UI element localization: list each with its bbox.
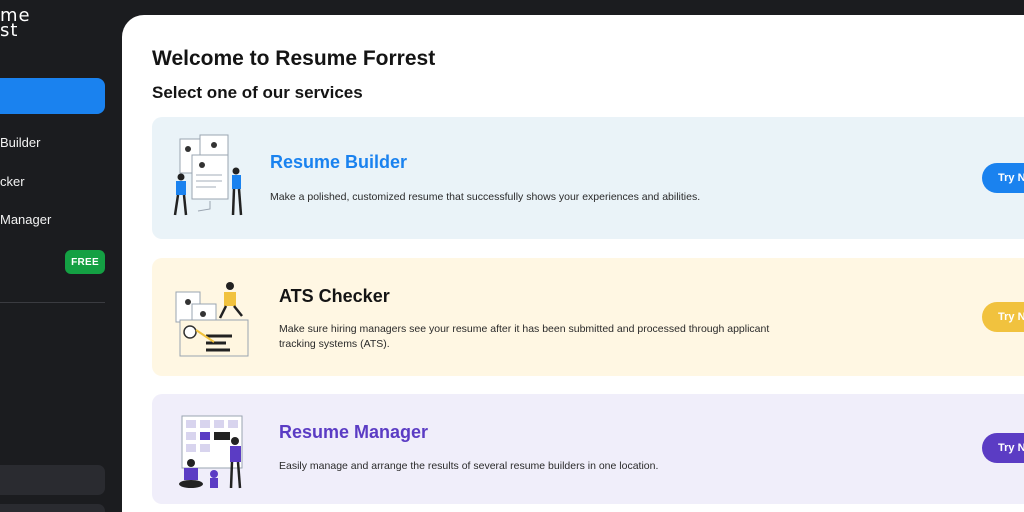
ats-checker-illustration (175, 282, 249, 357)
resume-manager-illustration (179, 415, 243, 489)
try-now-button[interactable]: Try N (982, 433, 1024, 463)
service-description: Make sure hiring managers see your resum… (279, 323, 770, 350)
try-now-button[interactable]: Try N (982, 163, 1024, 193)
page-title: Welcome to Resume Forrest (152, 47, 436, 70)
sidebar-item-ats-checker[interactable]: cker (0, 174, 25, 189)
service-card-resume-builder[interactable]: Resume Builder Make a polished, customiz… (152, 117, 1024, 239)
sidebar-bottom-item-2[interactable] (0, 504, 105, 512)
service-title[interactable]: ATS Checker (279, 286, 390, 307)
sidebar: me st Builder cker Manager FREE (0, 0, 122, 512)
service-card-ats-checker[interactable]: ATS Checker Make sure hiring managers se… (152, 258, 1024, 376)
sidebar-item-active[interactable] (0, 78, 105, 114)
service-title[interactable]: Resume Builder (270, 152, 407, 173)
page-subtitle: Select one of our services (152, 83, 363, 102)
resume-builder-illustration (173, 134, 243, 216)
app-logo[interactable]: me st (0, 7, 31, 40)
sidebar-item-resume-builder[interactable]: Builder (0, 135, 40, 150)
free-badge: FREE (65, 250, 105, 274)
try-now-button[interactable]: Try N (982, 302, 1024, 332)
main-panel: Welcome to Resume Forrest Select one of … (122, 15, 1024, 512)
sidebar-item-resume-manager[interactable]: Manager (0, 212, 51, 227)
sidebar-bottom-item[interactable] (0, 465, 105, 495)
service-description: Easily manage and arrange the results of… (279, 460, 659, 472)
service-description: Make a polished, customized resume that … (270, 191, 701, 203)
service-title[interactable]: Resume Manager (279, 422, 428, 443)
sidebar-divider (0, 302, 105, 303)
service-card-resume-manager[interactable]: Resume Manager Easily manage and arrange… (152, 394, 1024, 504)
